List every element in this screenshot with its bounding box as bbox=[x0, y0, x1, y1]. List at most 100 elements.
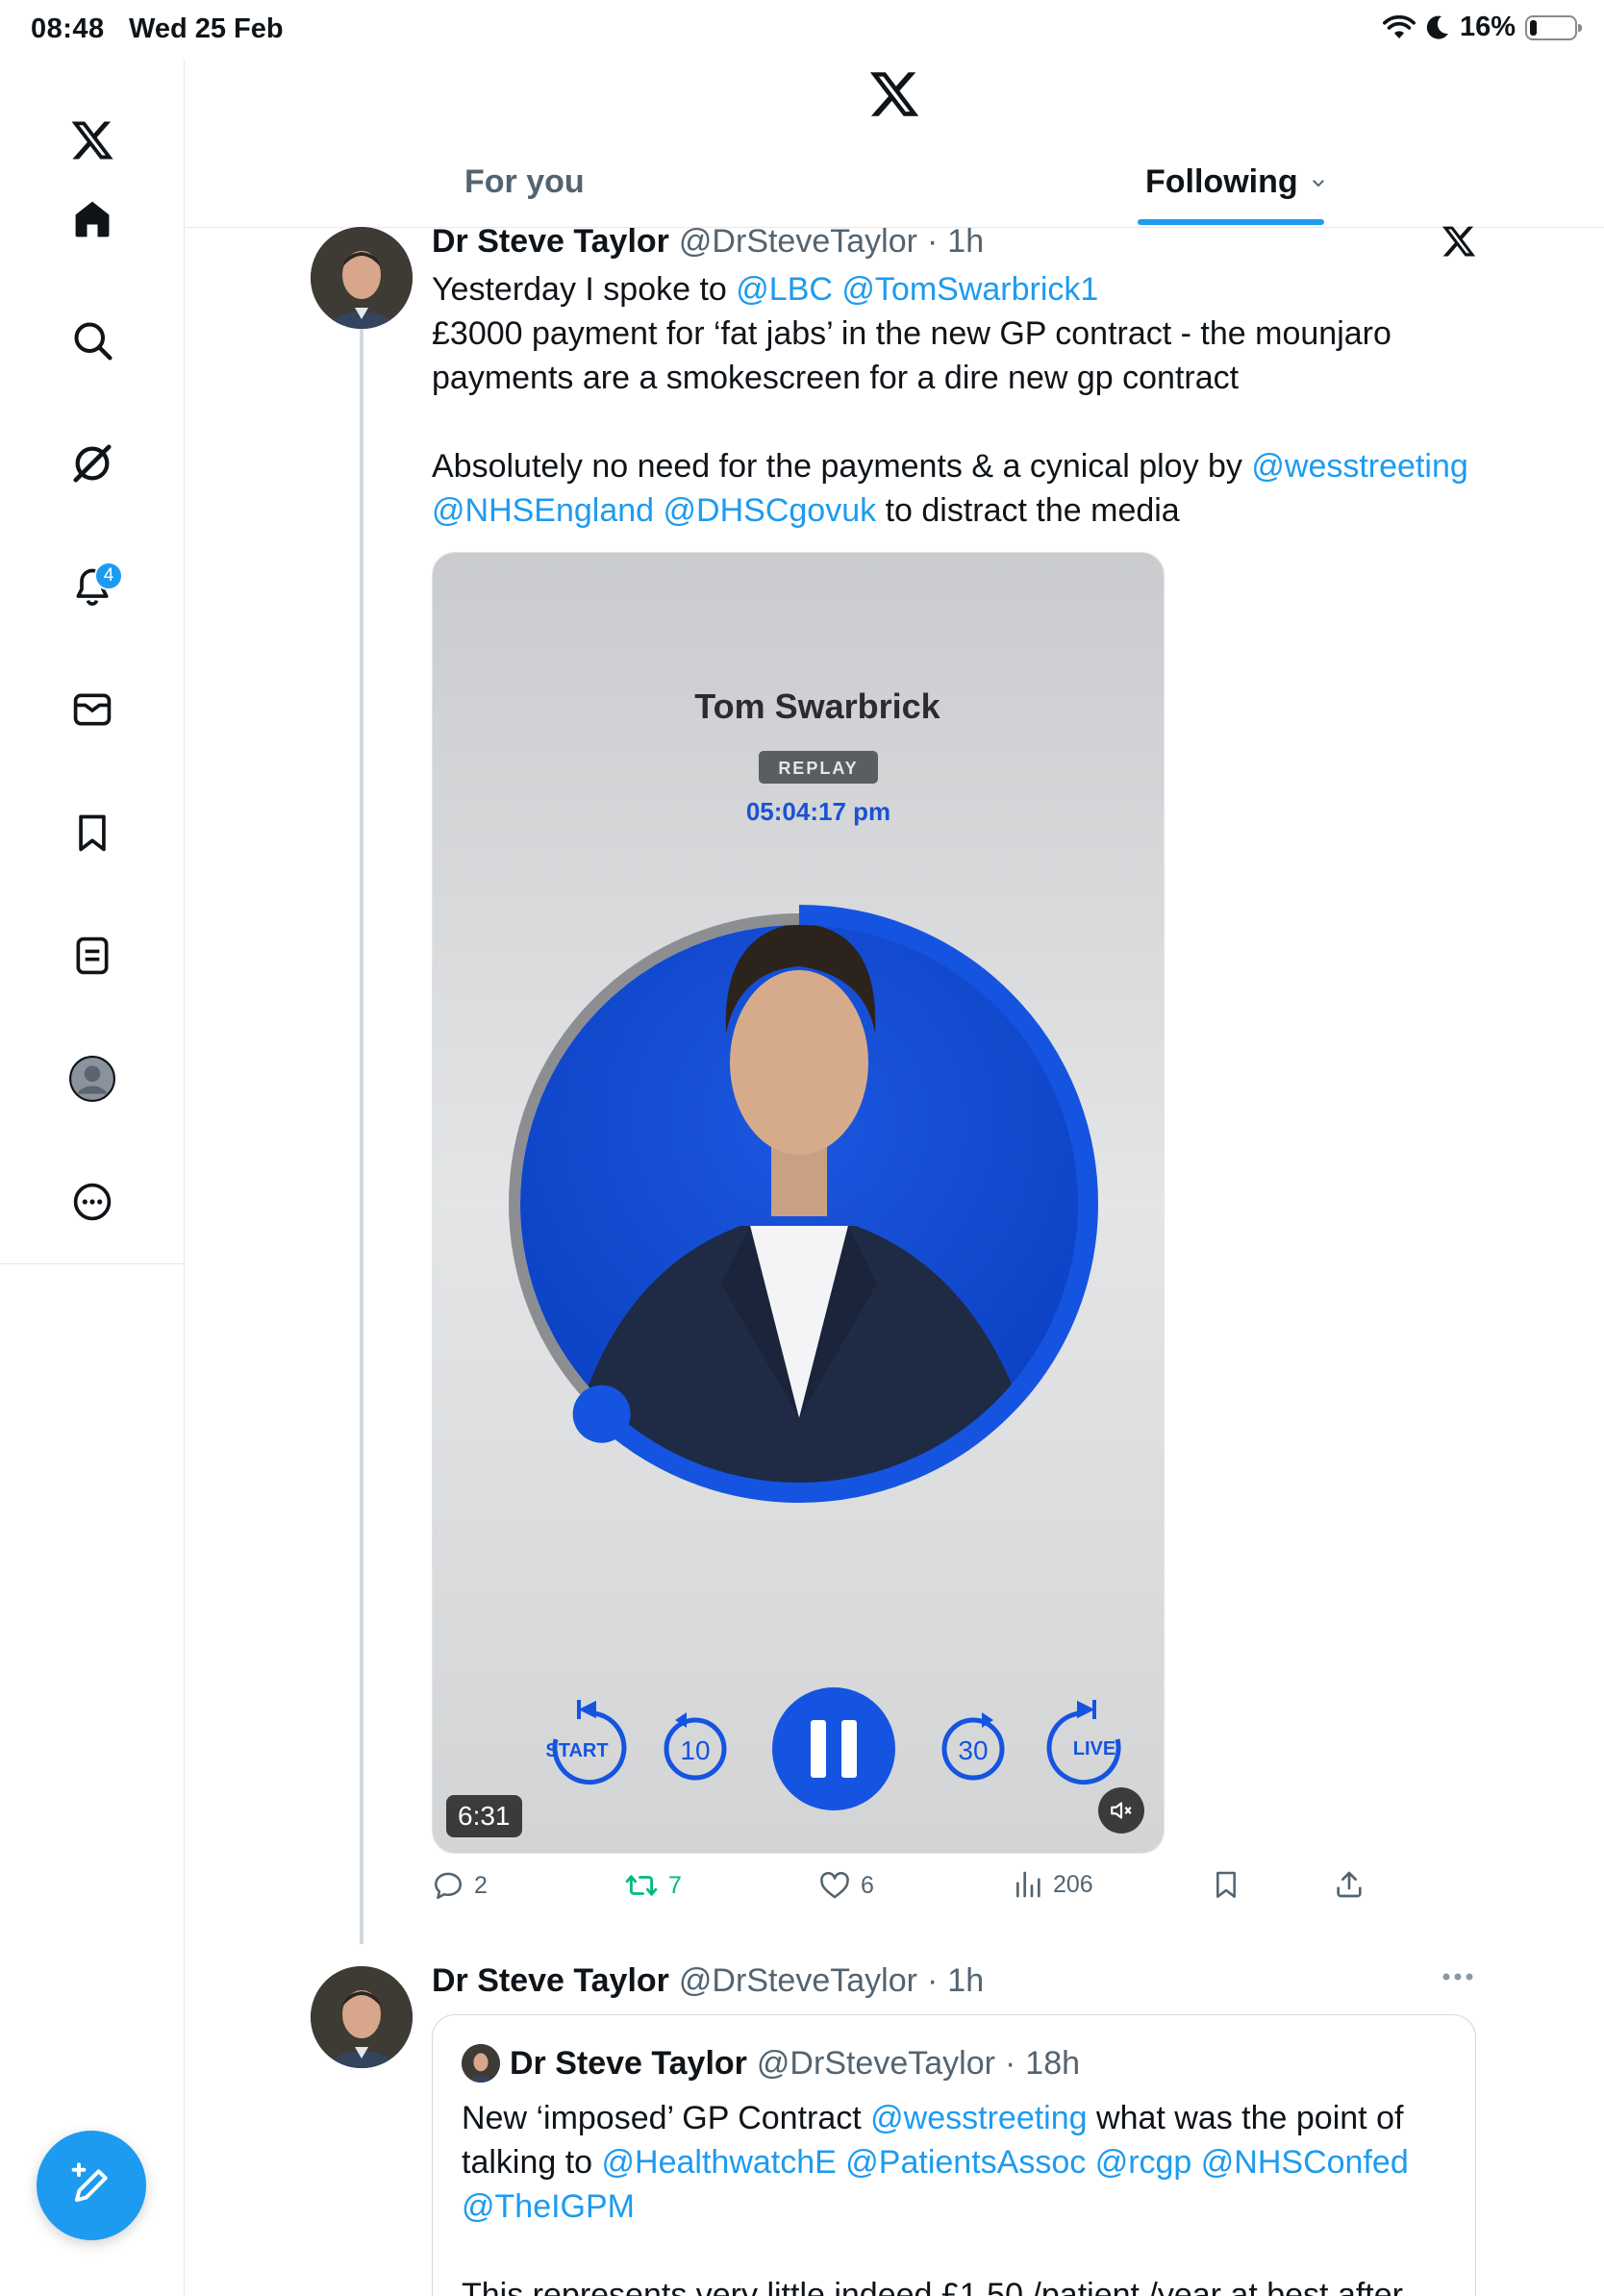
presenter-name: Tom Swarbrick bbox=[694, 686, 940, 726]
notifications-icon[interactable]: 4 bbox=[62, 556, 123, 617]
grok-icon[interactable] bbox=[62, 433, 123, 494]
left-nav: 4 bbox=[0, 60, 185, 2296]
more-icon[interactable] bbox=[62, 1171, 123, 1233]
quote-line: This represents very little indeed £1.50… bbox=[462, 2277, 1403, 2296]
tweet-actions: 2 7 6 206 bbox=[432, 1869, 1393, 1911]
x-logo-icon[interactable] bbox=[1441, 223, 1477, 260]
timeline-tabs: For you Following bbox=[186, 142, 1604, 228]
pause-button[interactable] bbox=[772, 1687, 895, 1810]
mention-link[interactable]: @NHSConfed bbox=[1201, 2144, 1409, 2181]
home-icon[interactable] bbox=[62, 188, 123, 250]
separator-dot: · bbox=[1004, 2044, 1016, 2082]
timestamp[interactable]: 1h bbox=[947, 1962, 984, 2000]
moon-icon bbox=[1426, 15, 1448, 39]
mention-link[interactable]: @rcgp bbox=[1095, 2144, 1192, 2181]
reply-count: 2 bbox=[474, 1871, 488, 1899]
bookmark-button[interactable] bbox=[1211, 1869, 1241, 1900]
more-options-icon[interactable] bbox=[1441, 1971, 1475, 1983]
back-10-label: 10 bbox=[680, 1735, 710, 1765]
tweet2-header: Dr Steve Taylor @DrSteveTaylor · 1h bbox=[432, 1962, 984, 2000]
mention-link[interactable]: @wesstreeting bbox=[1251, 448, 1467, 485]
quote-tweet[interactable]: Dr Steve Taylor @DrSteveTaylor · 18h New… bbox=[432, 2014, 1476, 2296]
quote-text-span: what was the point of bbox=[1087, 2100, 1404, 2136]
quote-header: Dr Steve Taylor @DrSteveTaylor · 18h bbox=[462, 2044, 1080, 2083]
reply-button[interactable]: 2 bbox=[432, 1869, 488, 1902]
avatar bbox=[462, 2044, 500, 2083]
progress-knob[interactable] bbox=[572, 1385, 631, 1443]
status-date: Wed 25 Feb bbox=[129, 13, 284, 44]
lists-icon[interactable] bbox=[62, 925, 123, 986]
mention-link[interactable]: @wesstreeting bbox=[870, 2100, 1087, 2136]
speaker-muted-icon bbox=[1111, 1802, 1132, 1819]
avatar[interactable] bbox=[311, 227, 413, 329]
status-indicators: 16% bbox=[1382, 12, 1582, 43]
mention-link[interactable]: @TomSwarbrick1 bbox=[841, 271, 1098, 308]
chevron-down-icon bbox=[1312, 179, 1324, 187]
repost-count: 7 bbox=[668, 1871, 682, 1899]
like-count: 6 bbox=[861, 1871, 874, 1899]
reply-icon bbox=[434, 1872, 463, 1900]
forward-30-label: 30 bbox=[958, 1735, 988, 1765]
mention-link[interactable]: @NHSEngland bbox=[432, 492, 654, 529]
live-label: LIVE bbox=[1073, 1738, 1115, 1759]
tweet-line: @NHSEngland @DHSCgovuk to distract the m… bbox=[432, 488, 1490, 533]
tab-for-you[interactable]: For you bbox=[464, 163, 585, 201]
search-icon[interactable] bbox=[62, 310, 123, 371]
x-logo-header[interactable] bbox=[867, 67, 921, 121]
mention-link[interactable]: @PatientsAssoc bbox=[845, 2144, 1086, 2181]
tweet-text-span: to distract the media bbox=[876, 492, 1180, 529]
thread-line bbox=[360, 329, 363, 1944]
views-button[interactable]: 206 bbox=[1013, 1869, 1093, 1900]
share-button[interactable] bbox=[1334, 1869, 1365, 1900]
user-handle: @DrSteveTaylor bbox=[756, 2044, 995, 2082]
video-player[interactable]: Tom Swarbrick REPLAY 05:04:17 pm START 1… bbox=[432, 552, 1165, 1854]
avatar[interactable] bbox=[311, 1966, 413, 2068]
tweet-line: Yesterday I spoke to @LBC @TomSwarbrick1 bbox=[432, 267, 1490, 312]
tab-active-indicator bbox=[1138, 219, 1324, 225]
timestamp[interactable]: 1h bbox=[947, 223, 984, 261]
video-duration: 6:31 bbox=[446, 1795, 522, 1837]
mention-link[interactable]: @LBC bbox=[736, 271, 833, 308]
tab-following[interactable]: Following bbox=[1145, 163, 1327, 201]
compose-button[interactable] bbox=[37, 2131, 146, 2240]
separator-dot: · bbox=[926, 223, 939, 260]
replay-label: REPLAY bbox=[778, 759, 858, 778]
bookmark-icon bbox=[1216, 1871, 1236, 1898]
bookmarks-icon[interactable] bbox=[62, 802, 123, 863]
mention-link[interactable]: @TheIGPM bbox=[462, 2188, 635, 2225]
quote-line: @TheIGPM bbox=[462, 2184, 1452, 2229]
mention-link[interactable]: @HealthwatchE bbox=[602, 2144, 837, 2181]
quote-line: New ‘imposed’ GP Contract @wesstreeting … bbox=[462, 2096, 1452, 2140]
user-handle[interactable]: @DrSteveTaylor bbox=[679, 223, 917, 261]
x-logo[interactable] bbox=[62, 110, 123, 171]
display-name[interactable]: Dr Steve Taylor bbox=[432, 223, 669, 261]
messages-icon[interactable] bbox=[62, 679, 123, 740]
video-frame: Tom Swarbrick REPLAY 05:04:17 pm START 1… bbox=[433, 553, 1164, 1853]
quote-text: New ‘imposed’ GP Contract @wesstreeting … bbox=[462, 2096, 1452, 2296]
tweet-text-span: Yesterday I spoke to bbox=[432, 271, 737, 308]
display-name[interactable]: Dr Steve Taylor bbox=[432, 1962, 669, 2000]
nav-divider bbox=[0, 1263, 185, 1264]
display-name: Dr Steve Taylor bbox=[510, 2044, 747, 2082]
user-handle[interactable]: @DrSteveTaylor bbox=[679, 1962, 917, 2000]
mention-link[interactable]: @DHSCgovuk bbox=[664, 492, 877, 529]
tweet1-header: Dr Steve Taylor @DrSteveTaylor · 1h bbox=[432, 223, 984, 261]
timestamp: 18h bbox=[1025, 2044, 1081, 2082]
quote-line: talking to @HealthwatchE @PatientsAssoc … bbox=[462, 2140, 1452, 2184]
replay-clock: 05:04:17 pm bbox=[746, 797, 890, 826]
status-bar: 08:48 Wed 25 Feb 16% bbox=[0, 0, 1604, 60]
profile-icon[interactable] bbox=[62, 1048, 123, 1110]
views-icon bbox=[1016, 1871, 1040, 1898]
repost-button[interactable]: 7 bbox=[624, 1869, 682, 1902]
battery-percent: 16% bbox=[1459, 12, 1516, 42]
compose-icon bbox=[71, 2162, 108, 2203]
like-button[interactable]: 6 bbox=[818, 1869, 874, 1902]
quote-text-span: New ‘imposed’ GP Contract bbox=[462, 2100, 871, 2136]
tweet-text: Yesterday I spoke to @LBC @TomSwarbrick1… bbox=[432, 267, 1490, 533]
separator-dot: · bbox=[926, 1962, 939, 1999]
mute-button[interactable] bbox=[1098, 1787, 1144, 1834]
tweet-line: Absolutely no need for the payments & a … bbox=[432, 444, 1490, 488]
view-count: 206 bbox=[1053, 1870, 1093, 1898]
repost-icon bbox=[625, 1875, 658, 1896]
